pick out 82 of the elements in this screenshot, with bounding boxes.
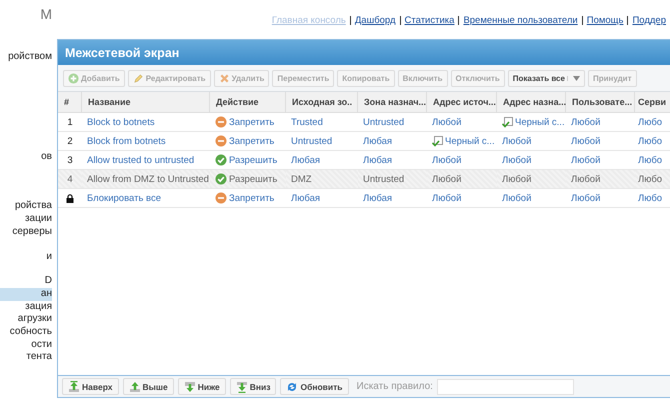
cell-link[interactable]: Любо xyxy=(638,192,662,204)
action-link[interactable]: Запретить xyxy=(229,116,274,128)
nav-link[interactable]: Поддер xyxy=(627,16,670,25)
cell-link[interactable]: Любая xyxy=(291,192,320,204)
column-header[interactable]: Название xyxy=(82,92,210,113)
column-header[interactable]: Действие xyxy=(210,92,286,113)
cell-link[interactable]: Любой xyxy=(571,154,600,166)
column-header[interactable]: Адрес источ... xyxy=(427,92,497,113)
cell-link[interactable]: Untrusted xyxy=(291,136,332,146)
toolbar-button[interactable]: Ниже xyxy=(178,378,226,395)
toolbar-button[interactable]: Показать все xyxy=(508,70,585,86)
sidebar-item[interactable]: ан xyxy=(0,288,52,300)
cell-link[interactable]: Любая xyxy=(363,154,392,166)
row-number: 3 xyxy=(67,154,73,166)
cell-link[interactable]: Block from botnets xyxy=(87,136,166,146)
toolbar-button[interactable]: Обновить xyxy=(280,378,349,395)
sidebar-item[interactable]: и xyxy=(0,251,52,264)
cell-link[interactable]: Любо xyxy=(638,136,662,146)
arrow-down-icon xyxy=(184,380,196,392)
cell-link[interactable]: Любая xyxy=(291,154,320,166)
nav-link[interactable]: Дашборд xyxy=(350,16,400,25)
toolbar-button[interactable]: Выше xyxy=(122,378,174,395)
cell-link[interactable]: Любой xyxy=(571,136,600,146)
cell-link[interactable]: Allow trusted to untrusted xyxy=(87,154,194,166)
cell-link[interactable]: Любо xyxy=(638,116,662,128)
arrow-up-icon xyxy=(68,380,80,392)
cell-link[interactable]: Черный с... xyxy=(445,136,495,146)
sidebar-item[interactable]: тента xyxy=(0,351,52,364)
cross-icon xyxy=(218,72,230,84)
plus-circle-icon xyxy=(68,72,79,84)
sidebar-item[interactable]: собность xyxy=(0,326,52,339)
sidebar-item[interactable]: ов xyxy=(0,150,52,164)
cell-link[interactable]: Любой xyxy=(432,116,462,128)
search-field[interactable] xyxy=(436,378,574,394)
row-number: 4 xyxy=(67,174,73,184)
arrow-up-icon xyxy=(128,380,141,392)
cell-link[interactable]: Любой xyxy=(502,136,532,146)
row-number: 2 xyxy=(67,136,73,146)
sidebar-item[interactable]: зация xyxy=(0,300,52,314)
cell-link[interactable]: Черный с... xyxy=(515,116,565,128)
cell-link[interactable]: Любой xyxy=(432,192,462,204)
cell-link[interactable]: Блокировать все xyxy=(87,192,162,204)
column-header[interactable]: Пользовате... xyxy=(566,92,635,113)
refresh-icon xyxy=(286,380,298,392)
sidebar-item[interactable]: ройством xyxy=(0,51,52,64)
action-link[interactable]: Разрешить xyxy=(229,154,278,166)
cell-link[interactable]: Untrusted xyxy=(363,116,404,128)
sidebar-title: М xyxy=(39,6,52,24)
cell-link[interactable]: Любо xyxy=(638,154,662,166)
sidebar-item[interactable]: серверы xyxy=(0,226,52,238)
cell-link[interactable]: Любой xyxy=(502,192,532,204)
cell-link[interactable]: Любой xyxy=(502,154,532,166)
caret-icon xyxy=(572,76,580,80)
search-label: Искать правило: xyxy=(356,381,433,392)
toolbar-button[interactable]: Вниз xyxy=(230,378,276,395)
cell-link[interactable]: Любой xyxy=(432,154,462,166)
cell-link[interactable]: Любая xyxy=(363,192,392,204)
nav-link[interactable]: Помощь xyxy=(582,16,628,25)
sidebar-item[interactable]: агрузки xyxy=(0,313,52,326)
column-header[interactable]: Исходная зо.. xyxy=(286,92,358,113)
sidebar-item[interactable]: D xyxy=(0,275,52,288)
cell-link[interactable]: Trusted xyxy=(291,116,323,128)
nav-link[interactable]: Временные пользователи xyxy=(458,16,582,25)
cell-link[interactable]: Любой xyxy=(571,116,600,128)
sidebar-item[interactable]: ости xyxy=(0,338,52,352)
toolbar-button[interactable]: Наверх xyxy=(62,378,119,395)
row-number: 1 xyxy=(67,116,73,128)
sidebar-item[interactable]: зации xyxy=(0,213,52,226)
action-link[interactable]: Запретить xyxy=(229,192,274,204)
action-link[interactable]: Запретить xyxy=(229,136,274,146)
arrow-down-icon xyxy=(236,380,248,392)
nav-link[interactable]: Статистика xyxy=(400,16,458,25)
sidebar-item[interactable]: ройства xyxy=(0,200,52,214)
column-header[interactable]: # xyxy=(58,92,82,113)
pencil-icon xyxy=(132,72,144,84)
cell-link[interactable]: Любой xyxy=(571,192,600,204)
column-header[interactable]: Серви xyxy=(635,92,670,113)
column-header[interactable]: Адрес назна... xyxy=(497,92,566,113)
panel-title: Межсетевой экран xyxy=(58,40,670,65)
cell-link[interactable]: Block to botnets xyxy=(87,116,155,128)
cell-link[interactable]: Любая xyxy=(363,136,392,146)
column-header[interactable]: Зона назнач... xyxy=(358,92,427,113)
